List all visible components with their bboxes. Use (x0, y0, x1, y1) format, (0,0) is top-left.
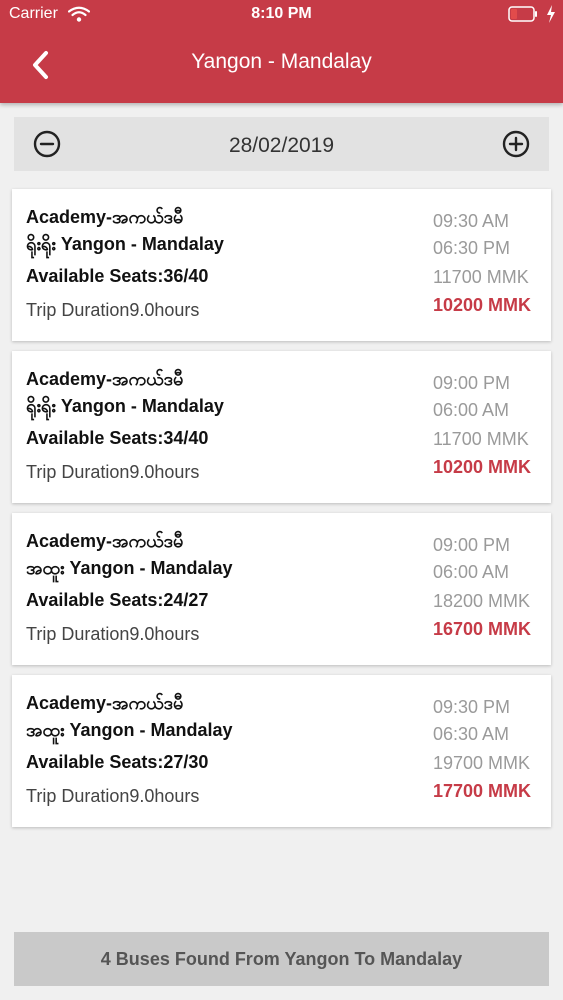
trip-duration: Trip Duration9.0hours (26, 624, 200, 644)
trip-route: ရိုးရိုး Yangon - Mandalay (26, 234, 224, 254)
discount-price: 10200 MMK (433, 295, 532, 315)
discount-price: 16700 MMK (433, 619, 532, 639)
available-seats: Available Seats:27/30 (26, 752, 209, 772)
trip-route: အထူး Yangon - Mandalay (26, 558, 233, 578)
trip-card[interactable]: Academy-အကယ်ဒမီ ရိုးရိုး Yangon - Mandal… (12, 189, 551, 341)
departure-time: 09:30 PM (433, 697, 511, 717)
battery-icon (508, 6, 537, 22)
app-screen: Carrier 8:10 PM Yangon - Mandalay 28/02/… (0, 0, 563, 1000)
date-selector: 28/02/2019 (14, 117, 549, 171)
results-summary-bar: 4 Buses Found From Yangon To Mandalay (14, 932, 549, 986)
available-seats: Available Seats:34/40 (26, 428, 209, 448)
available-seats: Available Seats:36/40 (26, 266, 209, 286)
trip-card[interactable]: Academy-အကယ်ဒမီ အထူး Yangon - Mandalay A… (12, 513, 551, 665)
trip-duration: Trip Duration9.0hours (26, 300, 200, 320)
operator-name: Academy-အကယ်ဒမီ (26, 693, 184, 713)
departure-time: 09:00 PM (433, 535, 511, 555)
operator-name: Academy-အကယ်ဒမီ (26, 369, 184, 389)
page-title: Yangon - Mandalay (191, 50, 372, 73)
operator-name: Academy-အကယ်ဒမီ (26, 207, 184, 227)
discount-price: 10200 MMK (433, 457, 532, 477)
trip-duration: Trip Duration9.0hours (26, 786, 200, 806)
arrival-time: 06:00 AM (433, 400, 510, 420)
original-price: 11700 MMK (433, 267, 529, 287)
discount-price: 17700 MMK (433, 781, 532, 801)
original-price: 19700 MMK (433, 753, 531, 773)
trip-list: Academy-အကယ်ဒမီ ရိုးရိုး Yangon - Mandal… (12, 189, 551, 837)
next-date-button[interactable] (501, 129, 531, 159)
navigation-header: Carrier 8:10 PM Yangon - Mandalay (0, 0, 563, 103)
trip-route: အထူး Yangon - Mandalay (26, 720, 233, 740)
status-bar: Carrier 8:10 PM (0, 0, 563, 30)
status-time: 8:10 PM (251, 5, 312, 22)
trip-route: ရိုးရိုး Yangon - Mandalay (26, 396, 224, 416)
operator-name: Academy-အကယ်ဒမီ (26, 531, 184, 551)
arrival-time: 06:30 AM (433, 724, 510, 744)
original-price: 11700 MMK (433, 429, 529, 449)
original-price: 18200 MMK (433, 591, 531, 611)
available-seats: Available Seats:24/27 (26, 590, 209, 610)
selected-date: 28/02/2019 (228, 134, 335, 157)
trip-duration: Trip Duration9.0hours (26, 462, 200, 482)
departure-time: 09:00 PM (433, 373, 511, 393)
charging-bolt-icon (547, 5, 555, 23)
arrival-time: 06:00 AM (433, 562, 510, 582)
arrival-time: 06:30 PM (433, 238, 511, 258)
trip-card[interactable]: Academy-အကယ်ဒမီ ရိုးရိုး Yangon - Mandal… (12, 351, 551, 503)
departure-time: 09:30 AM (433, 211, 510, 231)
trip-card[interactable]: Academy-အကယ်ဒမီ အထူး Yangon - Mandalay A… (12, 675, 551, 827)
